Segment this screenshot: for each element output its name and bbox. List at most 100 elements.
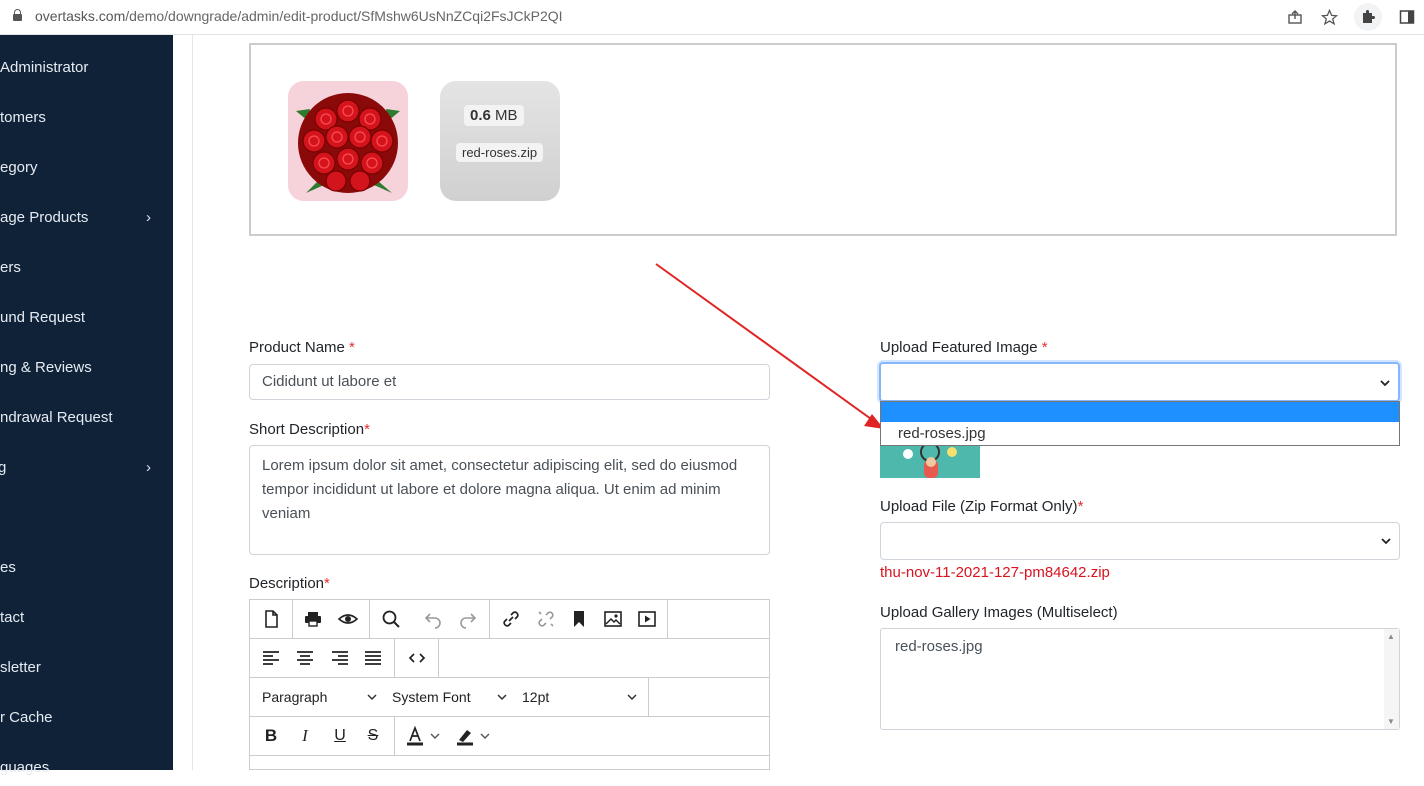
star-icon[interactable] (1320, 8, 1338, 26)
extensions-icon[interactable] (1354, 3, 1382, 31)
current-zip-file-name: thu-nov-11-2021-127-pm84642.zip (880, 564, 1110, 581)
media-icon[interactable] (635, 607, 659, 631)
sidebar-item-label: guages (0, 759, 50, 776)
sidebar-item-languages[interactable]: guages (0, 750, 173, 786)
sidebar-item-label: sletter (0, 659, 41, 676)
content-divider (192, 35, 193, 770)
align-right-icon[interactable] (328, 646, 352, 670)
sidebar-item-administrator[interactable]: Administrator (0, 50, 173, 86)
sidebar-item-manage-products[interactable]: age Products › (0, 200, 173, 236)
sidebar-item-label: tact (0, 609, 25, 626)
annotation-arrow (655, 263, 884, 429)
scroll-down-icon[interactable]: ▼ (1387, 717, 1395, 726)
sidebar-item-label: r Cache (0, 709, 53, 726)
image-icon[interactable] (601, 607, 625, 631)
gallery-images-label: Upload Gallery Images (Multiselect) (880, 604, 1118, 621)
sidebar-item-settings[interactable]: g › (0, 450, 173, 486)
sidebar-item-orders[interactable]: ers (0, 250, 173, 286)
multiselect-scrollbar[interactable]: ▲ ▼ (1384, 629, 1399, 729)
dropdown-option-empty[interactable] (881, 402, 1399, 422)
description-label: Description* (249, 575, 330, 592)
chevron-down-icon (1380, 380, 1390, 387)
featured-image-dropdown[interactable]: red-roses.jpg (880, 401, 1400, 446)
sidebar-item-pages[interactable]: es (0, 550, 173, 586)
short-description-textarea[interactable]: Lorem ipsum dolor sit amet, consectetur … (249, 445, 770, 555)
italic-icon[interactable]: I (293, 724, 317, 748)
strikethrough-icon[interactable]: S (361, 724, 385, 748)
gallery-images-multiselect[interactable]: red-roses.jpg ▲ ▼ (880, 628, 1400, 730)
upload-file-label: Upload File (Zip Format Only)* (880, 498, 1084, 515)
url-path: /demo/downgrade/admin/edit-product/SfMsh… (125, 8, 563, 24)
sidebar-item-customers[interactable]: tomers (0, 100, 173, 136)
description-editor[interactable]: Paragraph System Font 12pt B I U S (249, 599, 770, 770)
editor-toolbar-row-2 (250, 639, 769, 678)
short-description-label: Short Description* (249, 421, 370, 438)
align-justify-icon[interactable] (361, 646, 385, 670)
print-icon[interactable] (301, 607, 325, 631)
bold-icon[interactable]: B (259, 724, 283, 748)
editor-toolbar-row-3: Paragraph System Font 12pt (250, 678, 769, 717)
align-center-icon[interactable] (293, 646, 317, 670)
sidebar-item-label: ers (0, 259, 21, 276)
dropdown-option-red-roses[interactable]: red-roses.jpg (881, 422, 1399, 445)
chevron-right-icon: › (146, 459, 151, 476)
sidebar-item-label: es (0, 559, 16, 576)
sidebar-item-label: egory (0, 159, 38, 176)
required-mark: * (1077, 498, 1084, 515)
sidebar-item-label: Administrator (0, 59, 89, 76)
sidebar-item-label: ng & Reviews (0, 359, 92, 376)
url-host: overtasks.com (35, 8, 126, 24)
sidebar-item-withdrawal-request[interactable]: ndrawal Request (0, 400, 173, 436)
product-name-label: Product Name * (249, 339, 355, 356)
sidebar-item-refund-request[interactable]: und Request (0, 300, 173, 336)
admin-sidebar: Administrator tomers egory age Products ›… (0, 35, 173, 776)
featured-image-graphic (880, 446, 980, 478)
required-mark: * (1041, 339, 1048, 356)
product-image-thumbnail[interactable] (288, 81, 408, 201)
lock-icon (13, 9, 22, 21)
url-text[interactable]: overtasks.com/demo/downgrade/admin/edit-… (35, 8, 563, 24)
sidebar-item-rating-reviews[interactable]: ng & Reviews (0, 350, 173, 386)
sidepanel-icon[interactable] (1398, 8, 1416, 26)
required-mark: * (324, 575, 330, 592)
align-left-icon[interactable] (259, 646, 283, 670)
sidebar-item-newsletter[interactable]: sletter (0, 650, 173, 686)
scroll-up-icon[interactable]: ▲ (1387, 632, 1395, 641)
sidebar-item-contact[interactable]: tact (0, 600, 173, 636)
chevron-down-icon (1381, 538, 1391, 545)
redo-icon[interactable] (456, 607, 480, 631)
sidebar-item-label: ndrawal Request (0, 409, 113, 426)
share-icon[interactable] (1286, 8, 1304, 26)
upload-file-select[interactable] (880, 522, 1400, 560)
required-mark: * (364, 421, 370, 438)
sidebar-item-category[interactable]: egory (0, 150, 173, 186)
link-icon[interactable] (499, 607, 523, 631)
product-name-input[interactable]: Cididunt ut labore et (249, 364, 770, 400)
underline-icon[interactable]: U (328, 724, 352, 748)
file-size-unit: MB (495, 107, 518, 124)
source-code-icon[interactable] (405, 646, 429, 670)
editor-toolbar-row-1 (250, 600, 769, 639)
editor-toolbar-row-4: B I U S (250, 717, 769, 756)
gallery-option[interactable]: red-roses.jpg (895, 638, 983, 655)
preview-eye-icon[interactable] (336, 607, 360, 631)
undo-icon[interactable] (421, 607, 445, 631)
featured-image-select[interactable] (879, 362, 1400, 402)
product-preview-box: 0.6 MB red-roses.zip (249, 43, 1397, 236)
chevron-right-icon: › (146, 209, 151, 226)
sidebar-item-clear-cache[interactable]: r Cache (0, 700, 173, 736)
highlight-color-icon[interactable] (455, 724, 495, 748)
sidebar-item-label: age Products (0, 209, 89, 226)
zip-file-preview[interactable]: 0.6 MB red-roses.zip (440, 81, 560, 201)
new-document-icon[interactable] (259, 607, 283, 631)
sidebar-item-label: g (0, 459, 7, 476)
search-icon[interactable] (379, 607, 403, 631)
unlink-icon[interactable] (534, 607, 558, 631)
rose-bouquet-image (288, 81, 408, 201)
sidebar-item-label: tomers (0, 109, 46, 126)
text-color-icon[interactable] (405, 724, 445, 748)
zip-file-name: red-roses.zip (456, 143, 544, 162)
browser-address-bar[interactable]: overtasks.com/demo/downgrade/admin/edit-… (0, 0, 1424, 35)
bookmark-icon[interactable] (567, 607, 591, 631)
sidebar-item-label: und Request (0, 309, 86, 326)
